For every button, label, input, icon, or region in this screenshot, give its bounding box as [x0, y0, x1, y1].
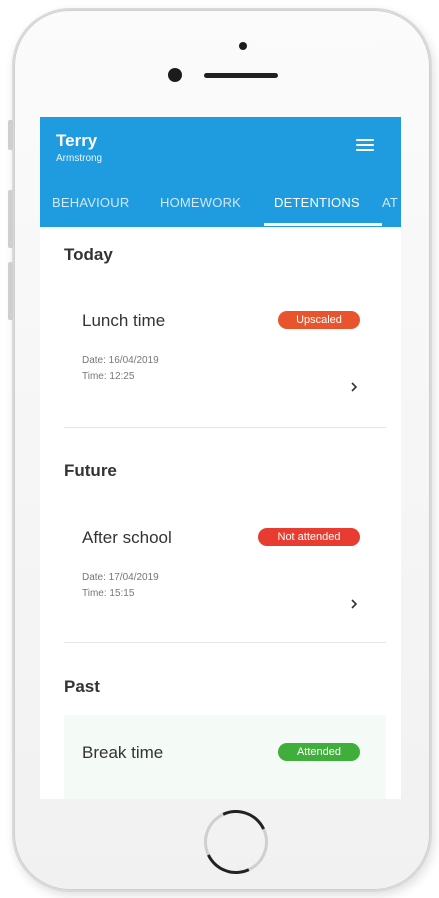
chevron-right-icon[interactable]	[348, 598, 360, 610]
volume-down-button	[8, 262, 13, 320]
active-tab-indicator	[264, 223, 382, 226]
chevron-right-icon[interactable]	[348, 381, 360, 393]
tab-detentions[interactable]: DETENTIONS	[274, 195, 360, 210]
detention-title: Break time	[82, 743, 164, 762]
volume-up-button	[8, 190, 13, 248]
status-badge: Attended	[278, 743, 360, 761]
tab-bar: BEHAVIOUR HOMEWORK DETENTIONS AT	[40, 183, 401, 227]
status-badge: Not attended	[258, 528, 360, 546]
detention-time: Time: 12:25	[82, 371, 135, 382]
section-divider	[64, 642, 386, 643]
section-title-future: Future	[64, 461, 117, 480]
app-bar: Terry Armstrong BEHAVIOUR HOMEWORK DETEN…	[40, 117, 401, 227]
tab-attendance[interactable]: AT	[382, 195, 398, 210]
app-screen: Terry Armstrong BEHAVIOUR HOMEWORK DETEN…	[40, 117, 401, 799]
section-title-past: Past	[64, 677, 100, 696]
tab-behaviour[interactable]: BEHAVIOUR	[52, 195, 129, 210]
hamburger-menu-icon[interactable]	[356, 139, 374, 153]
front-camera	[168, 68, 182, 82]
mute-switch	[8, 120, 13, 150]
detention-title: Lunch time	[82, 311, 166, 330]
detention-card-today[interactable]: Lunch time Upscaled Date: 16/04/2019 Tim…	[64, 283, 386, 415]
detention-title: After school	[82, 528, 172, 547]
earpiece-speaker	[204, 73, 278, 78]
section-divider	[64, 427, 386, 428]
detention-date: Date: 16/04/2019	[82, 355, 159, 366]
status-badge: Upscaled	[278, 311, 360, 329]
detention-date: Date: 17/04/2019	[82, 572, 159, 583]
section-title-today: Today	[64, 245, 113, 264]
detention-card-future[interactable]: After school Not attended Date: 17/04/20…	[64, 500, 386, 632]
user-last-name: Armstrong	[56, 153, 103, 164]
user-first-name: Terry	[56, 131, 98, 150]
home-button[interactable]	[194, 800, 278, 884]
detention-card-past[interactable]: Break time Attended	[64, 715, 386, 799]
tab-homework[interactable]: HOMEWORK	[160, 195, 241, 210]
detention-time: Time: 15:15	[82, 588, 135, 599]
front-sensor	[239, 42, 247, 50]
